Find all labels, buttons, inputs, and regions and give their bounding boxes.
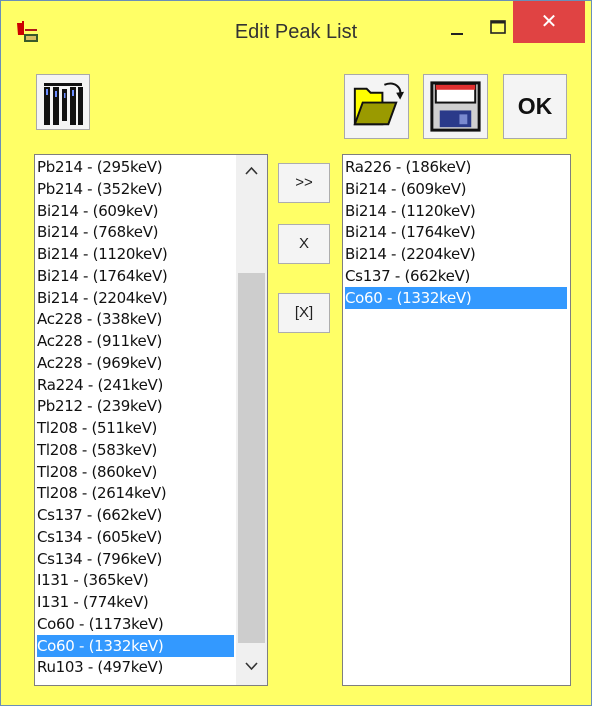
list-item[interactable]: Cs137 - (662keV) [37, 504, 234, 526]
list-item[interactable]: Tl208 - (511keV) [37, 417, 234, 439]
list-item[interactable]: I131 - (774keV) [37, 591, 234, 613]
list-item[interactable]: Ac228 - (911keV) [37, 330, 234, 352]
list-item[interactable]: Ac228 - (969keV) [37, 352, 234, 374]
title-bar[interactable]: Edit Peak List ✕ [1, 1, 591, 60]
list-item[interactable]: Ru103 - (497keV) [37, 656, 234, 678]
list-item[interactable]: Bi214 - (1120keV) [37, 243, 234, 265]
list-item[interactable]: Co60 - (1332keV) [345, 286, 567, 309]
list-item[interactable]: Cs134 - (796keV) [37, 548, 234, 570]
spectrum-icon [44, 83, 83, 125]
list-item[interactable]: Bi214 - (2204keV) [345, 243, 567, 265]
close-button[interactable]: ✕ [513, 1, 585, 43]
list-item[interactable]: Bi214 - (768keV) [37, 221, 234, 243]
remove-button[interactable]: X [278, 224, 330, 264]
scrollbar-thumb[interactable] [238, 273, 265, 643]
list-item[interactable]: Bi214 - (609keV) [345, 178, 567, 200]
ok-button[interactable]: OK [503, 74, 567, 139]
list-item[interactable]: Cs137 - (662keV) [345, 265, 567, 287]
list-item[interactable]: Bi214 - (1764keV) [345, 221, 567, 243]
open-folder-icon [353, 82, 405, 126]
available-peaks-scrollbar[interactable] [236, 155, 267, 685]
available-peaks-list[interactable]: Pb214 - (295keV) Pb214 - (352keV) Bi214 - … [34, 154, 268, 686]
list-item[interactable]: Tl208 - (2614keV) [37, 482, 234, 504]
list-item[interactable]: Bi214 - (609keV) [37, 200, 234, 222]
scroll-up-icon[interactable] [236, 159, 267, 181]
scroll-down-icon[interactable] [236, 655, 267, 677]
list-item[interactable]: Cs134 - (605keV) [37, 526, 234, 548]
list-item[interactable]: Ac228 - (338keV) [37, 308, 234, 330]
ok-label: OK [517, 93, 553, 119]
selected-peaks-list[interactable]: Ra226 - (186keV) Bi214 - (609keV) Bi214 - … [342, 154, 571, 686]
remove-all-button[interactable]: [X] [278, 293, 330, 333]
list-item[interactable]: Ra224 - (241keV) [37, 374, 234, 396]
save-floppy-icon [430, 81, 481, 132]
spectrum-button[interactable] [36, 74, 90, 130]
minimize-button[interactable] [437, 9, 477, 49]
save-button[interactable] [423, 74, 488, 139]
list-item[interactable]: Pb214 - (295keV) [37, 156, 234, 178]
list-item[interactable]: Bi214 - (2204keV) [37, 287, 234, 309]
list-item[interactable]: Pb212 - (239keV) [37, 395, 234, 417]
list-item[interactable]: Tl208 - (583keV) [37, 439, 234, 461]
list-item[interactable]: Bi214 - (1764keV) [37, 265, 234, 287]
list-item[interactable]: Pb214 - (352keV) [37, 178, 234, 200]
list-item[interactable]: Co60 - (1332keV) [37, 634, 234, 657]
list-item[interactable]: Ra226 - (186keV) [345, 156, 567, 178]
add-button[interactable]: >> [278, 163, 330, 203]
open-button[interactable] [344, 74, 409, 139]
edit-peak-list-window: Edit Peak List ✕ OK Pb214 - (295keV) Pb2… [0, 0, 592, 706]
list-item[interactable]: I131 - (365keV) [37, 569, 234, 591]
list-item[interactable]: Co60 - (1173keV) [37, 613, 234, 635]
list-item[interactable]: Bi214 - (1120keV) [345, 200, 567, 222]
list-item[interactable]: Tl208 - (860keV) [37, 461, 234, 483]
